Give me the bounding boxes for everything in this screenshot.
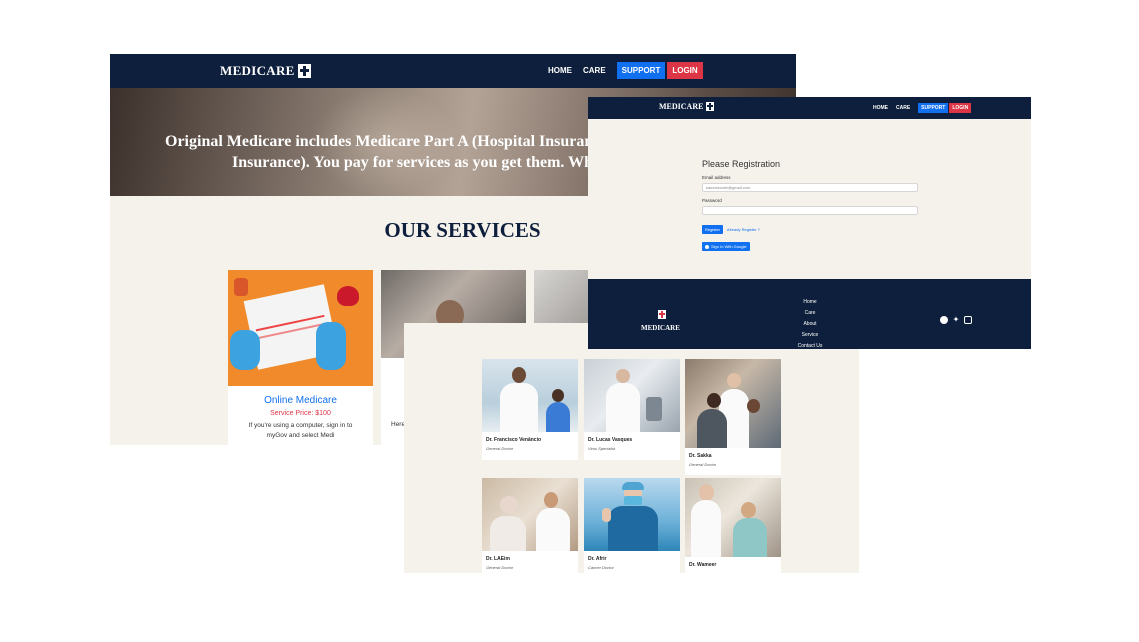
footer-brand: MEDICARE: [641, 324, 680, 332]
brand-name: MEDICARE: [220, 63, 295, 78]
social-icons: ✦: [940, 316, 972, 324]
top-navbar: MEDICARE HOME CARE SUPPORT LOGIN: [110, 54, 796, 88]
services-heading: OUR SERVICES: [384, 218, 541, 242]
doctor-photo: [584, 478, 680, 551]
service-description: If you're using a computer, sign in to m…: [248, 422, 353, 439]
service-image: [228, 270, 373, 386]
doctor-name: Dr. LAEim: [486, 556, 510, 562]
doctor-card[interactable]: Dr. Francisco Venâncio General Doctor: [482, 359, 578, 460]
doctor-card[interactable]: Dr. Lucas Vasques Virus Specialist: [584, 359, 680, 460]
footer-link-home[interactable]: Home: [788, 297, 832, 308]
top-navbar: MEDICARE HOME CARE SUPPORT LOGIN: [588, 97, 1031, 119]
instagram-icon[interactable]: [964, 316, 972, 324]
twitter-icon[interactable]: ✦: [952, 316, 960, 324]
doctor-card[interactable]: Dr. LAEim General Doctor: [482, 478, 578, 573]
doctor-card[interactable]: Dr. Sakka General Doctor: [685, 359, 781, 475]
doctor-photo: [482, 359, 578, 432]
brand[interactable]: MEDICARE: [659, 102, 715, 111]
login-button[interactable]: LOGIN: [949, 103, 972, 113]
doctor-name: Dr. Sakka: [689, 453, 712, 459]
nav-care-link[interactable]: CARE: [583, 66, 606, 75]
doctor-role: General Doctor: [486, 565, 514, 570]
hospital-logo-icon: [706, 102, 715, 111]
facebook-icon[interactable]: [940, 316, 948, 324]
nav-care-link[interactable]: CARE: [896, 105, 910, 111]
doctor-card[interactable]: Dr. Afrir Cancer Doctor: [584, 478, 680, 573]
support-button[interactable]: SUPPORT: [918, 103, 949, 113]
doctor-card[interactable]: Dr. Wameer: [685, 478, 781, 573]
service-description: Here: [391, 421, 406, 428]
doctor-role: General Doctor: [486, 446, 514, 451]
email-field[interactable]: kamrulcoder@gmail.com: [702, 183, 918, 192]
register-button[interactable]: Register: [702, 225, 723, 234]
doctor-photo: [685, 478, 781, 557]
doctor-photo: [482, 478, 578, 551]
footer-link-about[interactable]: About: [788, 319, 832, 330]
doctor-role: Virus Specialist: [588, 446, 616, 451]
registration-page-screenshot: MEDICARE HOME CARE SUPPORT LOGIN Please …: [588, 97, 1031, 349]
doctor-photo: [584, 359, 680, 432]
registration-form: Please Registration Email address kamrul…: [702, 159, 918, 254]
doctor-role: Cancer Doctor: [588, 565, 614, 570]
password-label: Password: [702, 198, 722, 203]
footer-link-care[interactable]: Care: [788, 308, 832, 319]
nav-menu: HOME CARE SUPPORT LOGIN: [548, 62, 703, 79]
footer-link-service[interactable]: Service: [788, 330, 832, 341]
brand[interactable]: MEDICARE: [220, 63, 311, 79]
service-image: [534, 270, 594, 326]
doctor-photo: [685, 359, 781, 448]
service-name: Online Medicare: [264, 395, 337, 406]
doctor-name: Dr. Wameer: [689, 562, 717, 568]
doctors-page-screenshot: Dr. Francisco Venâncio General Doctor Dr…: [404, 323, 859, 573]
nav-home-link[interactable]: HOME: [873, 105, 888, 111]
doctor-name: Dr. Afrir: [588, 556, 607, 562]
nav-home-link[interactable]: HOME: [548, 66, 572, 75]
hospital-logo-icon: [297, 64, 311, 78]
already-registered-link[interactable]: Already Register ?: [727, 227, 760, 232]
footer-link-contact[interactable]: Contact Us: [788, 341, 832, 349]
google-sign-in-button[interactable]: Sign In With Google: [702, 242, 750, 251]
footer: MEDICARE Home Care About Service Contact…: [588, 279, 1031, 349]
login-button[interactable]: LOGIN: [667, 62, 703, 79]
google-icon: [705, 244, 709, 249]
form-title: Please Registration: [702, 159, 781, 169]
footer-links: Home Care About Service Contact Us: [788, 297, 832, 349]
nav-menu: HOME CARE SUPPORT LOGIN: [873, 103, 972, 113]
email-label: Email address: [702, 175, 731, 180]
doctor-name: Dr. Francisco Venâncio: [486, 437, 542, 443]
brand-name: MEDICARE: [659, 102, 704, 111]
footer-logo-icon: [658, 310, 666, 319]
doctor-role: General Doctor: [689, 462, 717, 467]
password-field[interactable]: [702, 206, 918, 215]
service-price: Service Price: $100: [270, 410, 331, 417]
service-card-online-medicare[interactable]: Online Medicare Service Price: $100 If y…: [228, 270, 373, 445]
google-button-label: Sign In With Google: [711, 244, 747, 249]
doctor-name: Dr. Lucas Vasques: [588, 437, 633, 443]
support-button[interactable]: SUPPORT: [616, 62, 666, 79]
